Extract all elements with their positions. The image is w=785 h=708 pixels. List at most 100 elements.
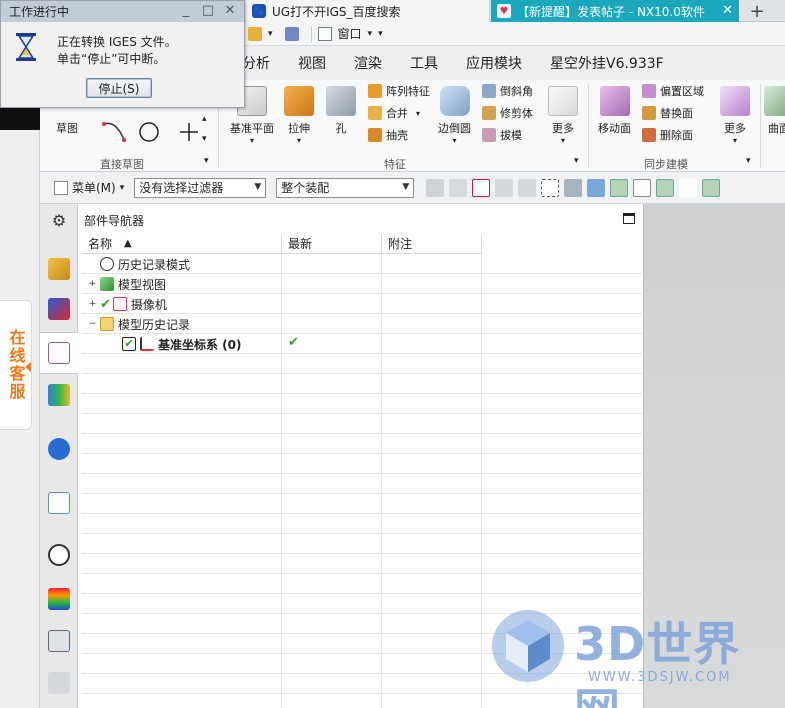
maximize-icon[interactable] [623, 213, 635, 224]
tree-row-model-history[interactable]: − 模型历史记录 [82, 314, 642, 334]
main-menu-button[interactable]: 菜单(M) [72, 179, 116, 196]
sketch-button[interactable]: 草图 [56, 120, 78, 136]
replace-face-button[interactable]: 替换面 [642, 103, 693, 123]
close-icon[interactable]: ✕ [722, 3, 733, 18]
tab-application[interactable]: 应用模块 [452, 53, 536, 73]
navigator-title: 部件导航器 [84, 214, 145, 228]
tree-node: ✔ 基准坐标系 (0) [122, 334, 242, 354]
body-icon[interactable] [587, 178, 606, 197]
gear-icon[interactable]: ⚙ [48, 210, 70, 232]
trim-body-button[interactable]: 修剪体 [482, 103, 533, 123]
stop-button[interactable]: 停止(S) [86, 78, 152, 98]
curve-icon[interactable] [679, 178, 698, 197]
solid-icon[interactable] [564, 178, 583, 197]
process-studio-icon[interactable] [48, 630, 70, 652]
tab-view[interactable]: 视图 [284, 53, 340, 73]
minimize-icon[interactable]: _ [179, 4, 193, 18]
tree-row-model-views[interactable]: + 模型视图 [82, 274, 642, 294]
delete-face-label: 删除面 [660, 129, 693, 142]
tab-analysis[interactable]: 分析 [240, 53, 284, 73]
chevron-down-icon[interactable]: ▾ [268, 29, 273, 39]
window-icon[interactable] [317, 26, 332, 41]
new-tab-button[interactable]: + [742, 0, 772, 22]
chevron-down-icon: ▾ [560, 136, 565, 145]
delete-face-button[interactable]: 删除面 [642, 125, 693, 145]
shell-icon [368, 128, 382, 142]
constraint-navigator-icon[interactable] [48, 298, 70, 320]
checkmark-icon[interactable]: ✔ [100, 297, 111, 312]
constraint-icon[interactable] [495, 178, 514, 197]
open-folder-icon[interactable] [248, 26, 262, 41]
filter-icon[interactable] [449, 178, 468, 197]
browser-tab-nx[interactable]: ♥ 【新提醒】发表帖子 - NX10.0软件 ✕ [491, 0, 739, 22]
chevron-down-icon[interactable]: ▾ [120, 183, 125, 193]
chevron-down-icon[interactable]: ▾ [368, 29, 373, 39]
expand-icon[interactable]: + [88, 280, 97, 289]
tree-row-datum-csys[interactable]: ✔ 基准坐标系 (0) ✔ [82, 334, 642, 354]
chevron-down-icon[interactable]: ▾ [202, 134, 207, 144]
sketch-tools-icons[interactable] [100, 116, 210, 146]
close-icon[interactable]: ✕ [223, 4, 237, 18]
group-menu-icon[interactable]: ▾ [746, 156, 751, 166]
expand-icon[interactable]: + [88, 300, 97, 309]
chevron-down-icon: ▾ [416, 108, 421, 118]
pattern-feature-button[interactable]: 阵列特征 [368, 81, 430, 101]
maximize-icon[interactable]: □ [201, 4, 215, 18]
column-header-name[interactable]: 名称 ▲ [82, 234, 282, 254]
column-name-label: 名称 [88, 237, 113, 251]
more-sync-button[interactable]: 更多 ▾ [720, 86, 750, 145]
info-icon[interactable] [48, 438, 70, 460]
select-icon[interactable] [472, 178, 491, 197]
edge-blend-button[interactable]: 边倒圆 ▾ [438, 86, 471, 145]
line-icon[interactable] [633, 178, 652, 197]
web-browser-icon[interactable] [48, 492, 70, 514]
part-navigator-icon[interactable] [48, 342, 70, 364]
tab-render[interactable]: 渲染 [340, 53, 396, 73]
chamfer-button[interactable]: 倒斜角 [482, 81, 533, 101]
edit-icon[interactable] [284, 26, 299, 41]
collapse-icon[interactable]: − [88, 320, 97, 329]
snap-point-icon[interactable] [610, 178, 629, 197]
window-menu[interactable]: 窗口 [338, 25, 362, 42]
clock-icon [100, 257, 114, 271]
palette-icon[interactable] [48, 588, 70, 610]
reuse-library-icon[interactable] [48, 384, 70, 406]
checkbox-checked-icon[interactable]: ✔ [122, 337, 136, 351]
point-icon[interactable] [518, 178, 537, 197]
tab-plugin[interactable]: 星空外挂V6.933F [536, 53, 678, 73]
dialog-titlebar[interactable]: 工作进行中 _ □ ✕ [1, 1, 244, 22]
type-filter-select[interactable]: 没有选择过滤器 ▼ [134, 177, 267, 198]
offset-region-button[interactable]: 偏置区域 [642, 81, 704, 101]
tree-row-history-mode[interactable]: 历史记录模式 [82, 254, 642, 274]
group-menu-icon[interactable]: ▾ [574, 156, 579, 166]
scope-value: 整个装配 [281, 181, 330, 195]
group-menu-icon[interactable]: ▾ [204, 156, 209, 166]
empty-row [82, 474, 642, 494]
history-clock-icon[interactable] [48, 544, 70, 566]
draft-button[interactable]: 拔模 [482, 125, 522, 145]
shell-button[interactable]: 抽壳 [368, 125, 408, 145]
extrude-button[interactable]: 拉伸 ▾ [284, 86, 314, 145]
move-face-button[interactable]: 移动面 [598, 86, 631, 136]
endpoint-icon[interactable] [656, 178, 675, 197]
more-features-button[interactable]: 更多 ▾ [548, 86, 578, 145]
column-header-latest[interactable]: 最新 [282, 234, 382, 254]
customize-icon[interactable]: ▾ [378, 29, 383, 39]
browser-tab-baidu[interactable]: 🐾 UG打不开IGS_百度搜索 [246, 0, 490, 22]
tab-tools[interactable]: 工具 [396, 53, 452, 73]
online-service-arrow-icon [25, 362, 31, 372]
surface-button[interactable]: 曲面 [764, 86, 785, 136]
roles-icon[interactable] [48, 672, 70, 694]
box-select-icon[interactable] [541, 178, 560, 197]
menu-icon[interactable] [54, 180, 68, 195]
scope-select[interactable]: 整个装配 ▼ [276, 177, 415, 198]
snap-icon[interactable] [426, 178, 445, 197]
chevron-up-icon[interactable]: ▴ [202, 114, 207, 124]
assembly-navigator-icon[interactable] [48, 258, 70, 280]
unite-button[interactable]: 合并 ▾ [368, 103, 420, 123]
midpoint-icon[interactable] [702, 178, 721, 197]
tree-row-camera[interactable]: + ✔ 摄像机 [82, 294, 642, 314]
hole-button[interactable]: 孔 [326, 86, 356, 136]
unite-icon [368, 106, 382, 120]
column-header-note[interactable]: 附注 [382, 234, 482, 254]
